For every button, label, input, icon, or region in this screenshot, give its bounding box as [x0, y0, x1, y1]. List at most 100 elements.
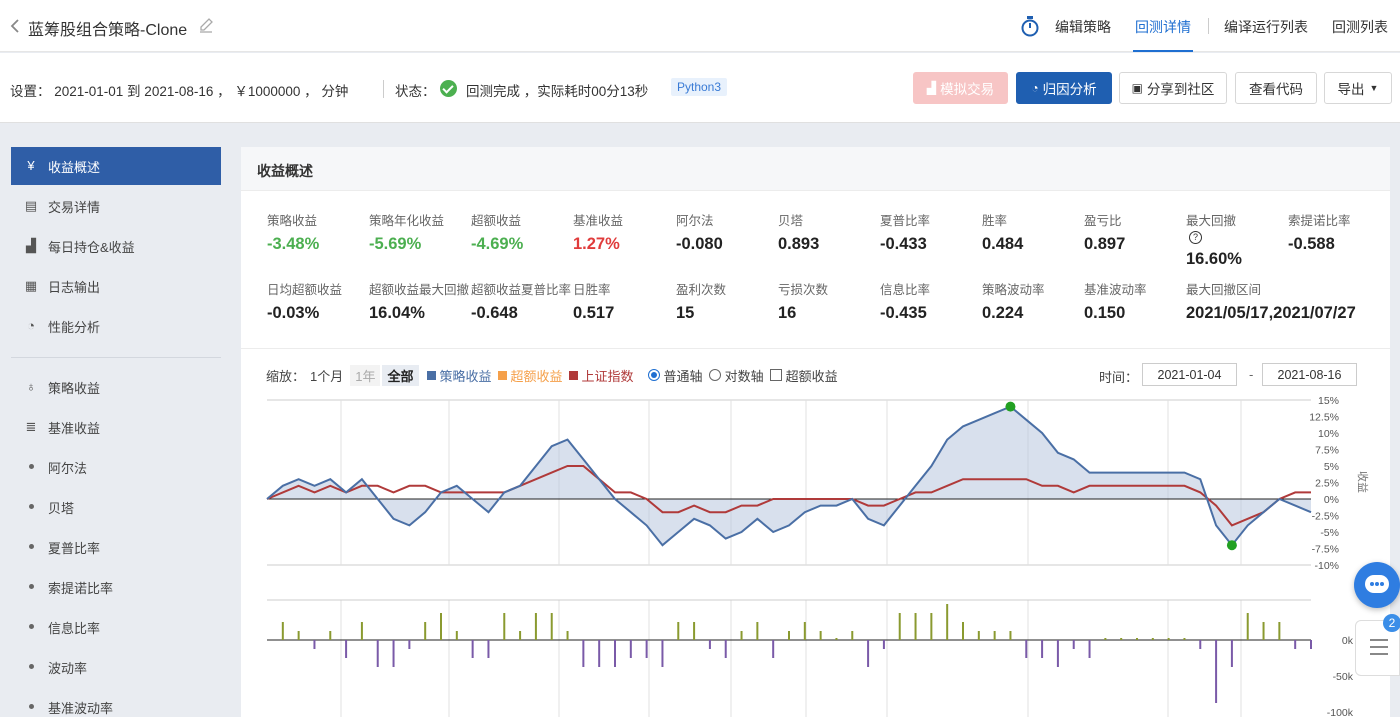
overview-panel: 收益概述 策略收益 -3.48% 策略年化收益 -5.69% 超额收益 -4.69% 基准收… — [241, 147, 1390, 717]
pnl-bar — [392, 640, 395, 667]
sidebar-item-beta[interactable]: 贝塔 — [11, 488, 221, 526]
database-icon: ≣ — [25, 419, 37, 434]
nav-compile-list[interactable]: 编译运行列表 — [1224, 17, 1308, 37]
pnl-bar — [867, 640, 870, 667]
pnl-bar — [566, 631, 569, 640]
sidebar-item-alpha[interactable]: 阿尔法 — [11, 448, 221, 486]
pnl-bar — [993, 631, 996, 640]
sidebar-item-positions[interactable]: ▟ 每日持仓&收益 — [11, 227, 221, 265]
sidebar-item-information-ratio[interactable]: 信息比率 — [11, 608, 221, 646]
pnl-bar — [440, 613, 442, 640]
share-community-button[interactable]: ▣ 分享到社区 — [1119, 72, 1227, 104]
bar-chart-icon: ▟ — [26, 238, 36, 253]
pnl-bar — [534, 613, 537, 640]
pnl-bar — [582, 640, 585, 667]
bullet-icon — [29, 624, 34, 629]
pnl-bar — [1072, 640, 1075, 649]
pnl-bar — [962, 622, 964, 640]
calendar-icon: ▦ — [24, 278, 38, 293]
pnl-bar — [297, 631, 300, 640]
view-code-button[interactable]: 查看代码 — [1235, 72, 1317, 104]
attribution-analysis-button[interactable]: ◔ 归因分析 — [1016, 72, 1112, 104]
y-tick-label: -10% — [1314, 560, 1339, 572]
y-tick-label: 7.5% — [1315, 445, 1339, 457]
backtest-settings: 设置： 2021-01-01 到 2021-08-16 ， ￥1000000 ，… — [10, 84, 349, 99]
pnl-bar — [1246, 613, 1249, 640]
settings-divider — [383, 80, 384, 98]
pnl-bar — [1041, 640, 1044, 658]
pnl-bar — [1199, 640, 1202, 649]
simulate-trading-button[interactable]: ▟ 模拟交易 — [913, 72, 1008, 104]
pnl-bar — [1278, 622, 1281, 640]
y-tick-label: 2.5% — [1315, 478, 1339, 490]
y-tick-label: 12.5% — [1309, 412, 1339, 424]
pnl-tick-label: 0k — [1342, 635, 1354, 647]
pnl-bar — [629, 640, 632, 658]
sidebar-item-benchmark-return[interactable]: ≣ 基准收益 — [11, 408, 221, 446]
pnl-bar — [550, 613, 553, 640]
returns-chart[interactable]: 15% 12.5% 10% 7.5% 5% 2.5% 0% -2.5% -5% -7.5% -10%… — [241, 147, 1390, 717]
pnl-bar — [424, 622, 427, 640]
pnl-bar — [977, 631, 980, 640]
pnl-bar — [1183, 638, 1186, 640]
sidebar-item-logs[interactable]: ▦ 日志输出 — [11, 267, 221, 305]
sidebar-item-strategy-return[interactable]: ♁ 策略收益 — [11, 368, 221, 406]
status-label: 状态： — [395, 84, 436, 99]
chart-up-icon: ▟ — [926, 81, 937, 95]
sidebar-item-label: 贝塔 — [48, 500, 75, 516]
check-circle-icon — [440, 80, 457, 97]
pnl-bar — [946, 604, 949, 640]
pnl-bar — [1136, 638, 1138, 640]
chat-bubble-button[interactable] — [1354, 562, 1400, 608]
sidebar-item-sortino[interactable]: 索提诺比率 — [11, 568, 221, 606]
back-chevron-icon[interactable] — [8, 16, 22, 36]
nav-edit-strategy[interactable]: 编辑策略 — [1055, 17, 1111, 37]
pnl-bar — [360, 622, 363, 640]
yen-icon: ¥ — [27, 158, 35, 173]
pnl-bar — [914, 613, 917, 640]
nav-backtest-list[interactable]: 回测列表 — [1332, 17, 1388, 37]
pnl-bar — [345, 640, 348, 658]
pnl-bar — [693, 622, 696, 640]
sidebar-item-label: 每日持仓&收益 — [48, 239, 135, 255]
share-label: 分享到社区 — [1146, 82, 1215, 97]
lightbulb-icon: ♁ — [26, 379, 36, 394]
sidebar-item-label: 阿尔法 — [48, 460, 88, 476]
pnl-bar — [724, 640, 727, 658]
sidebar-item-trades[interactable]: ▤ 交易详情 — [11, 187, 221, 225]
pnl-bar — [1215, 640, 1218, 703]
sidebar-item-volatility[interactable]: 波动率 — [11, 648, 221, 686]
pnl-bar — [1151, 638, 1154, 640]
pnl-bar — [313, 640, 316, 649]
sidebar-item-sharpe[interactable]: 夏普比率 — [11, 528, 221, 566]
pnl-bar — [1056, 640, 1059, 667]
pnl-bar — [740, 631, 743, 640]
stopwatch-icon — [1020, 15, 1040, 37]
y-tick-label: 15% — [1318, 395, 1339, 407]
edit-pencil-icon[interactable] — [198, 17, 214, 33]
y-tick-label: -7.5% — [1312, 544, 1339, 556]
pnl-bar — [1009, 631, 1012, 640]
pnl-tick-label: -100k — [1327, 707, 1354, 717]
sidebar-item-label: 日志输出 — [48, 279, 101, 295]
pnl-bar — [708, 640, 711, 649]
pnl-bar — [455, 631, 458, 640]
pnl-bar — [882, 640, 885, 649]
sidebar-item-overview[interactable]: ¥ 收益概述 — [11, 147, 221, 185]
pie-chart-icon: ◔ — [27, 318, 35, 333]
pie-icon: ◔ — [1031, 81, 1039, 95]
pnl-bar — [1310, 640, 1312, 649]
sidebar-item-benchmark-volatility[interactable]: 基准波动率 — [11, 688, 221, 717]
pnl-bar — [376, 640, 379, 667]
pnl-bar — [661, 640, 664, 667]
pnl-bar — [1120, 638, 1123, 640]
pnl-bar — [1294, 640, 1297, 649]
pnl-bar — [756, 622, 759, 640]
attribution-label: 归因分析 — [1042, 82, 1097, 97]
pnl-bar — [819, 631, 822, 640]
bullet-icon — [29, 704, 34, 709]
nav-backtest-detail[interactable]: 回测详情 — [1135, 17, 1191, 37]
export-dropdown-button[interactable]: 导出 ▼ — [1324, 72, 1392, 104]
sidebar-item-performance[interactable]: ◔ 性能分析 — [11, 307, 221, 345]
sidebar: ¥ 收益概述 ▤ 交易详情 ▟ 每日持仓&收益 ▦ 日志输出 ◔ 性能分析 ♁ 策略收益 ≣… — [0, 123, 241, 717]
